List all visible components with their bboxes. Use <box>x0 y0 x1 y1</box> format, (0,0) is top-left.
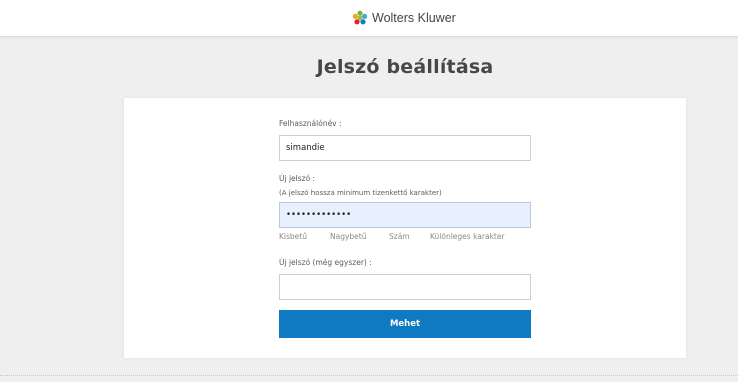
password-form-card: Felhasználónév : Új jelszó : (A jelszó h… <box>124 98 686 358</box>
rule-special-character: Különleges karakter <box>430 232 505 241</box>
username-label: Felhasználónév : <box>279 119 342 128</box>
wolters-kluwer-logo-icon <box>352 10 368 25</box>
brand-logo[interactable]: Wolters Kluwer <box>352 8 456 28</box>
header-bar: Wolters Kluwer <box>0 0 738 37</box>
new-password-input[interactable] <box>279 202 531 228</box>
rule-lowercase: Kisbetű <box>279 232 307 241</box>
confirm-password-input[interactable] <box>279 274 531 300</box>
confirm-password-label: Új jelszó (még egyszer) : <box>279 258 372 267</box>
submit-button[interactable]: Mehet <box>279 310 531 338</box>
brand-name: Wolters Kluwer <box>372 11 456 25</box>
new-password-label: Új jelszó : <box>279 174 316 183</box>
rule-number: Szám <box>389 232 410 241</box>
rule-uppercase: Nagybetű <box>330 232 367 241</box>
username-input[interactable] <box>279 135 531 161</box>
password-length-hint: (A jelszó hossza minimum tizenkettő kara… <box>279 189 442 197</box>
footer-divider <box>0 375 738 376</box>
page-title: Jelszó beállítása <box>316 56 494 78</box>
